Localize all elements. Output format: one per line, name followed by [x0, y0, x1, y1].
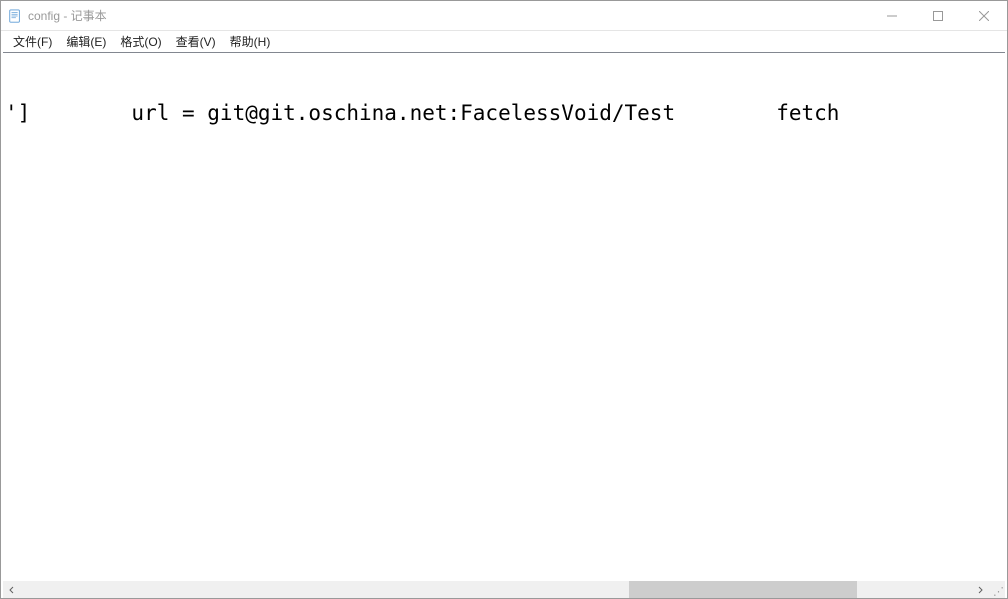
- scroll-thumb[interactable]: [629, 581, 857, 598]
- window-controls: [869, 1, 1007, 30]
- grip-icon: ⋰: [993, 588, 1003, 596]
- scroll-right-button[interactable]: [971, 581, 988, 598]
- menu-edit[interactable]: 编辑(E): [60, 31, 112, 52]
- menu-format[interactable]: 格式(O): [114, 31, 167, 52]
- scroll-left-button[interactable]: [3, 581, 20, 598]
- app-icon: [7, 8, 23, 24]
- menubar: 文件(F) 编辑(E) 格式(O) 查看(V) 帮助(H): [1, 31, 1007, 52]
- maximize-button[interactable]: [915, 1, 961, 30]
- menu-help[interactable]: 帮助(H): [224, 31, 277, 52]
- menu-view[interactable]: 查看(V): [170, 31, 222, 52]
- resize-grip[interactable]: ⋰: [988, 581, 1005, 598]
- menu-file[interactable]: 文件(F): [7, 31, 58, 52]
- titlebar: config - 记事本: [1, 1, 1007, 31]
- window-title: config - 记事本: [28, 7, 869, 24]
- editor-content: '] url = git@git.oschina.net:FacelessVoi…: [5, 101, 1003, 125]
- bottom-scroll-area: ⋰: [3, 581, 1005, 598]
- text-editor[interactable]: '] url = git@git.oschina.net:FacelessVoi…: [3, 53, 1005, 581]
- editor-wrapper: '] url = git@git.oschina.net:FacelessVoi…: [3, 52, 1005, 581]
- scroll-track[interactable]: [20, 581, 971, 598]
- close-button[interactable]: [961, 1, 1007, 30]
- minimize-button[interactable]: [869, 1, 915, 30]
- horizontal-scrollbar[interactable]: [3, 581, 988, 598]
